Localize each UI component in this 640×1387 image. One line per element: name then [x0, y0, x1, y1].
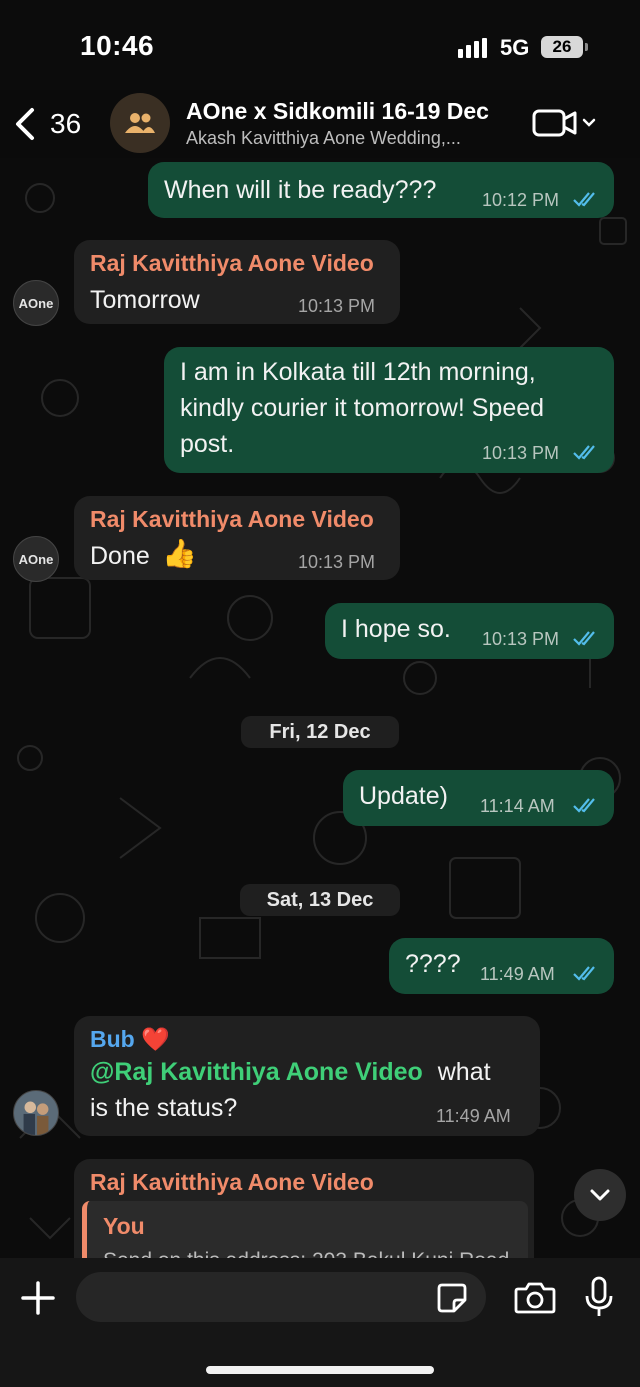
message-time: 10:12 PM — [482, 190, 560, 210]
double-check-icon — [573, 966, 595, 981]
status-bar: 10:46 5G 26 — [0, 0, 640, 90]
plus-icon[interactable] — [20, 1280, 56, 1316]
camera-icon[interactable] — [514, 1280, 556, 1314]
message-input[interactable] — [76, 1272, 486, 1322]
sender-name[interactable]: Raj Kavitthiya Aone Video — [90, 1169, 374, 1196]
message-time: 11:14 AM — [480, 796, 555, 816]
message-list[interactable]: When will it be ready??? 10:12 PM AOne R… — [0, 158, 640, 1299]
date-separator: Sat, 13 Dec — [240, 884, 400, 916]
double-check-icon — [573, 631, 595, 646]
scroll-to-bottom-button[interactable] — [574, 1169, 626, 1221]
date-separator: Fri, 12 Dec — [241, 716, 399, 748]
sender-name[interactable]: Raj Kavitthiya Aone Video — [90, 250, 374, 277]
mention[interactable]: @Raj Kavitthiya Aone Video — [90, 1058, 423, 1086]
message-text-line: is the status? — [90, 1094, 238, 1122]
double-check-icon — [573, 798, 595, 813]
message-text-line: kindly courier it tomorrow! Speed — [180, 394, 545, 422]
message-text: Done — [90, 542, 150, 570]
avatar[interactable]: AOne — [13, 280, 59, 326]
sender-name[interactable]: Raj Kavitthiya Aone Video — [90, 506, 374, 533]
quoted-sender: You — [103, 1213, 145, 1239]
group-icon — [125, 113, 155, 133]
chevron-down-icon — [590, 1189, 610, 1201]
mic-icon[interactable] — [584, 1276, 614, 1318]
double-check-icon — [573, 445, 595, 460]
chat-title[interactable]: AOne x Sidkomili 16-19 Dec — [186, 98, 489, 125]
unread-count[interactable]: 36 — [50, 108, 81, 140]
message-text: Tomorrow — [90, 286, 200, 314]
incoming-message[interactable]: Raj Kavitthiya Aone Video Tomorrow 10:13… — [74, 240, 400, 324]
outgoing-message[interactable]: I am in Kolkata till 12th morning, kindl… — [164, 347, 614, 473]
outgoing-message[interactable]: Update) 11:14 AM — [343, 770, 614, 826]
message-time: 11:49 AM — [436, 1106, 511, 1126]
group-avatar[interactable] — [110, 93, 170, 153]
double-check-icon — [573, 192, 595, 207]
outgoing-message[interactable]: When will it be ready??? 10:12 PM — [148, 162, 614, 218]
avatar[interactable]: AOne — [13, 536, 59, 582]
sender-name-text: Bub — [90, 1026, 135, 1052]
outgoing-message[interactable]: ???? 11:49 AM — [389, 938, 614, 994]
back-chevron-icon[interactable] — [12, 104, 40, 144]
network-type: 5G — [500, 35, 530, 60]
message-text: @Raj Kavitthiya Aone Video what — [90, 1054, 491, 1090]
message-time: 10:13 PM — [298, 552, 376, 572]
battery-indicator: 26 — [541, 36, 583, 58]
incoming-message[interactable]: Bub ❤️ @Raj Kavitthiya Aone Video what i… — [74, 1016, 540, 1136]
chat-header: 36 AOne x Sidkomili 16-19 Dec Akash Kavi… — [0, 90, 640, 158]
message-text: I hope so. — [341, 615, 451, 643]
battery-cap — [585, 43, 588, 51]
message-text: When will it be ready??? — [164, 176, 437, 204]
heart-emoji: ❤️ — [141, 1026, 170, 1052]
home-indicator — [206, 1366, 434, 1374]
signal-icon — [458, 38, 487, 58]
thumbs-up-emoji: 👍 — [162, 538, 197, 569]
video-call-icon[interactable] — [532, 108, 598, 138]
message-time: 11:49 AM — [480, 964, 555, 984]
status-time: 10:46 — [80, 30, 155, 61]
avatar[interactable] — [13, 1090, 59, 1136]
message-text-line: I am in Kolkata till 12th morning, — [180, 358, 536, 386]
incoming-message[interactable]: Raj Kavitthiya Aone Video Done 👍 10:13 P… — [74, 496, 400, 580]
message-text: ???? — [405, 950, 461, 978]
message-text: Update) — [359, 782, 448, 810]
sender-name[interactable]: Bub ❤️ — [90, 1026, 170, 1053]
message-text-line: post. — [180, 430, 235, 458]
message-time: 10:13 PM — [482, 629, 560, 649]
whatsapp-chat-screen: 10:46 5G 26 36 AOne x Sidkomili 16-19 De… — [0, 0, 640, 1387]
message-time: 10:13 PM — [482, 443, 560, 463]
chat-participants[interactable]: Akash Kavitthiya Aone Wedding,... — [186, 128, 502, 149]
outgoing-message[interactable]: I hope so. 10:13 PM — [325, 603, 614, 659]
message-time: 10:13 PM — [298, 296, 376, 316]
message-composer — [0, 1258, 640, 1387]
person-photo-icon — [14, 1091, 58, 1135]
sticker-icon[interactable] — [436, 1282, 468, 1314]
message-text-part: what — [437, 1058, 491, 1086]
